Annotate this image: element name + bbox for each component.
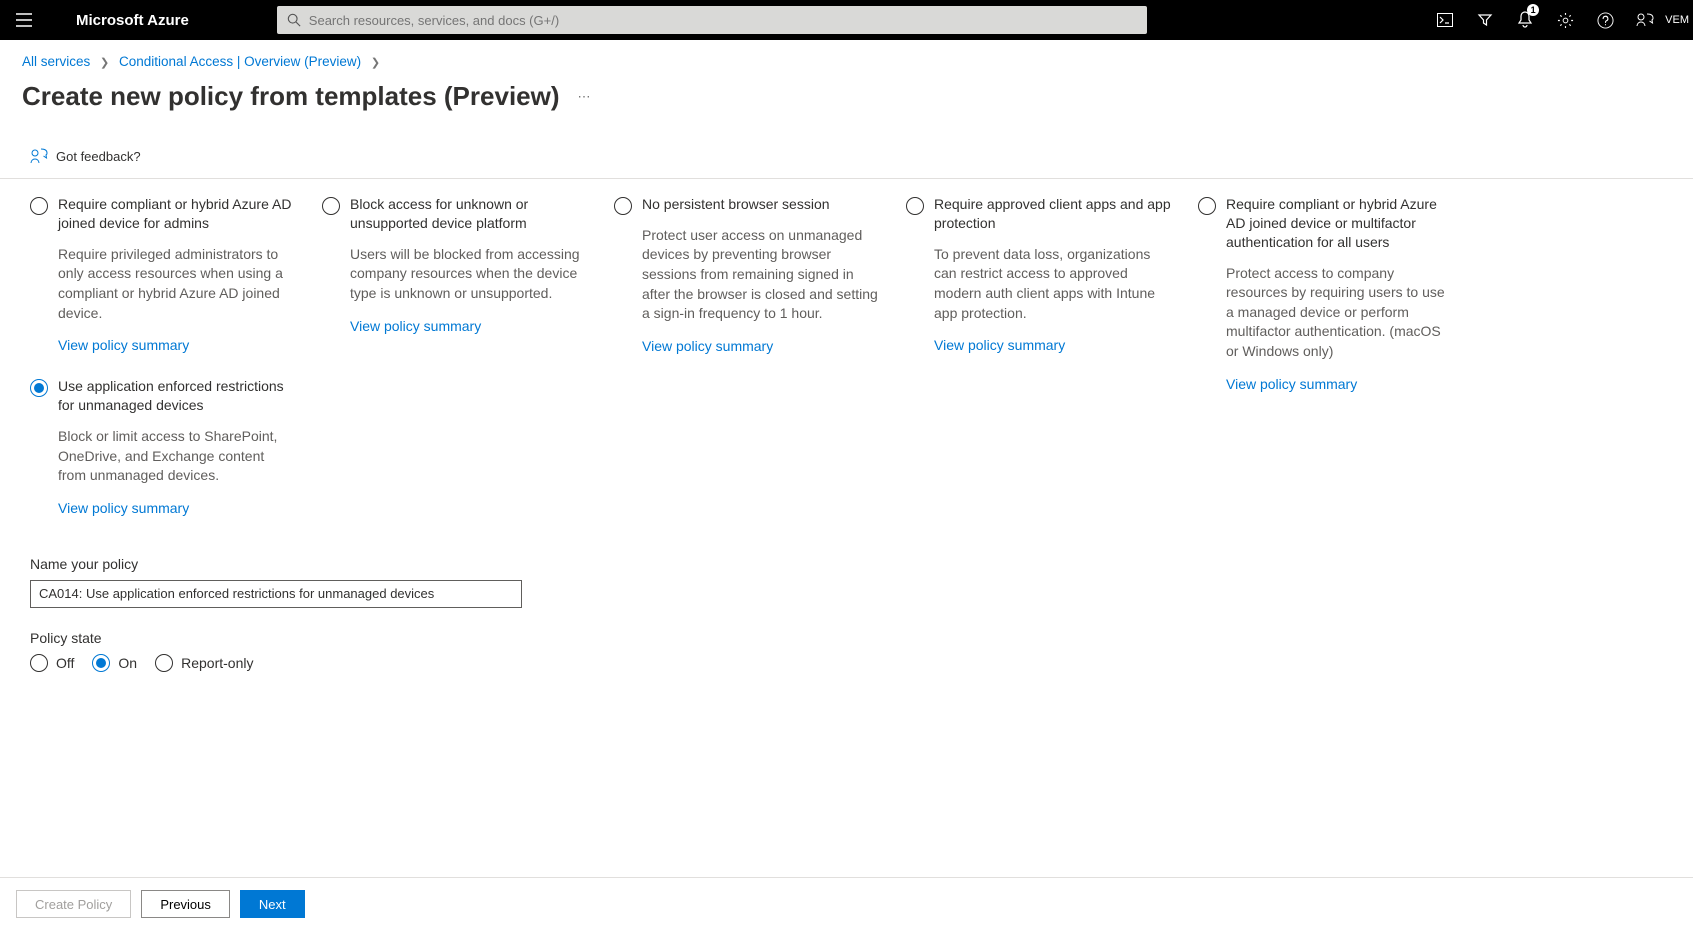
settings-icon[interactable]	[1545, 0, 1585, 40]
policy-name-input[interactable]	[30, 580, 522, 608]
cloud-shell-icon[interactable]	[1425, 0, 1465, 40]
notification-badge: 1	[1527, 4, 1539, 16]
template-desc: Protect user access on unmanaged devices…	[642, 226, 880, 324]
template-column: No persistent browser session Protect us…	[614, 195, 880, 516]
radio-icon	[92, 654, 110, 672]
template-radio[interactable]	[1198, 197, 1216, 215]
feedback-text: Got feedback?	[56, 149, 141, 164]
person-feedback-icon	[30, 148, 48, 164]
template-title: Block access for unknown or unsupported …	[350, 195, 588, 233]
policy-state-option-on[interactable]: On	[92, 654, 137, 672]
template-title: Require approved client apps and app pro…	[934, 195, 1172, 233]
template-radio[interactable]	[906, 197, 924, 215]
view-policy-summary-link[interactable]: View policy summary	[58, 337, 189, 353]
template-title: Require compliant or hybrid Azure AD joi…	[58, 195, 296, 233]
search-input[interactable]	[309, 13, 1137, 28]
feedback-bar[interactable]: Got feedback?	[0, 134, 1693, 179]
template-radio[interactable]	[30, 197, 48, 215]
page-title: Create new policy from templates (Previe…	[22, 81, 560, 112]
template-card: No persistent browser session Protect us…	[614, 195, 880, 354]
form-section: Name your policy Policy state Off On Rep…	[0, 546, 1693, 702]
template-card: Require compliant or hybrid Azure AD joi…	[1198, 195, 1446, 392]
policy-state-label: Policy state	[30, 630, 1671, 646]
template-title: Use application enforced restrictions fo…	[58, 377, 296, 415]
view-policy-summary-link[interactable]: View policy summary	[58, 500, 189, 516]
brand-label: Microsoft Azure	[76, 12, 189, 29]
search-box[interactable]	[277, 6, 1147, 34]
policy-state-option-report-only[interactable]: Report-only	[155, 654, 253, 672]
view-policy-summary-link[interactable]: View policy summary	[642, 338, 773, 354]
search-wrap	[277, 6, 1147, 34]
template-card: Use application enforced restrictions fo…	[30, 377, 296, 516]
template-title: No persistent browser session	[642, 195, 880, 214]
template-radio[interactable]	[614, 197, 632, 215]
template-column: Require compliant or hybrid Azure AD joi…	[1198, 195, 1446, 516]
template-desc: Block or limit access to SharePoint, One…	[58, 427, 296, 486]
template-desc: Users will be blocked from accessing com…	[350, 245, 588, 304]
templates-grid: Require compliant or hybrid Azure AD joi…	[0, 179, 1693, 546]
hamburger-menu-icon[interactable]	[16, 0, 56, 40]
top-icons: 1 VEM	[1425, 0, 1693, 40]
template-desc: Protect access to company resources by r…	[1226, 264, 1446, 362]
breadcrumb-link-conditional-access[interactable]: Conditional Access | Overview (Preview)	[119, 54, 361, 69]
policy-state-radios: Off On Report-only	[30, 654, 1671, 672]
help-icon[interactable]	[1585, 0, 1625, 40]
breadcrumb-link-all-services[interactable]: All services	[22, 54, 90, 69]
create-policy-button: Create Policy	[16, 890, 131, 918]
template-radio[interactable]	[322, 197, 340, 215]
radio-label: Off	[56, 655, 74, 671]
search-icon	[287, 13, 301, 27]
radio-icon	[155, 654, 173, 672]
policy-state-section: Policy state Off On Report-only	[30, 630, 1671, 672]
feedback-icon[interactable]	[1625, 0, 1665, 40]
view-policy-summary-link[interactable]: View policy summary	[1226, 376, 1357, 392]
next-button[interactable]: Next	[240, 890, 305, 918]
template-card: Block access for unknown or unsupported …	[322, 195, 588, 334]
tenant-label: VEM	[1665, 14, 1693, 26]
more-actions-icon[interactable]: ⋯	[578, 89, 591, 105]
radio-label: Report-only	[181, 655, 253, 671]
footer-bar: Create Policy Previous Next	[0, 877, 1693, 930]
breadcrumb: All services ❯ Conditional Access | Over…	[0, 40, 1693, 77]
template-column: Require compliant or hybrid Azure AD joi…	[30, 195, 296, 516]
template-column: Block access for unknown or unsupported …	[322, 195, 588, 516]
top-bar: Microsoft Azure 1 VEM	[0, 0, 1693, 40]
view-policy-summary-link[interactable]: View policy summary	[934, 337, 1065, 353]
template-desc: To prevent data loss, organizations can …	[934, 245, 1172, 323]
filter-icon[interactable]	[1465, 0, 1505, 40]
policy-state-option-off[interactable]: Off	[30, 654, 74, 672]
template-card: Require compliant or hybrid Azure AD joi…	[30, 195, 296, 353]
policy-name-label: Name your policy	[30, 556, 1671, 572]
template-column: Require approved client apps and app pro…	[906, 195, 1172, 516]
template-radio[interactable]	[30, 379, 48, 397]
template-desc: Require privileged administrators to onl…	[58, 245, 296, 323]
radio-label: On	[118, 655, 137, 671]
template-title: Require compliant or hybrid Azure AD joi…	[1226, 195, 1446, 252]
template-card: Require approved client apps and app pro…	[906, 195, 1172, 353]
previous-button[interactable]: Previous	[141, 890, 230, 918]
radio-icon	[30, 654, 48, 672]
notifications-icon[interactable]: 1	[1505, 0, 1545, 40]
chevron-right-icon: ❯	[100, 57, 109, 69]
view-policy-summary-link[interactable]: View policy summary	[350, 318, 481, 334]
chevron-right-icon: ❯	[371, 57, 380, 69]
page-title-row: Create new policy from templates (Previe…	[0, 77, 1693, 124]
